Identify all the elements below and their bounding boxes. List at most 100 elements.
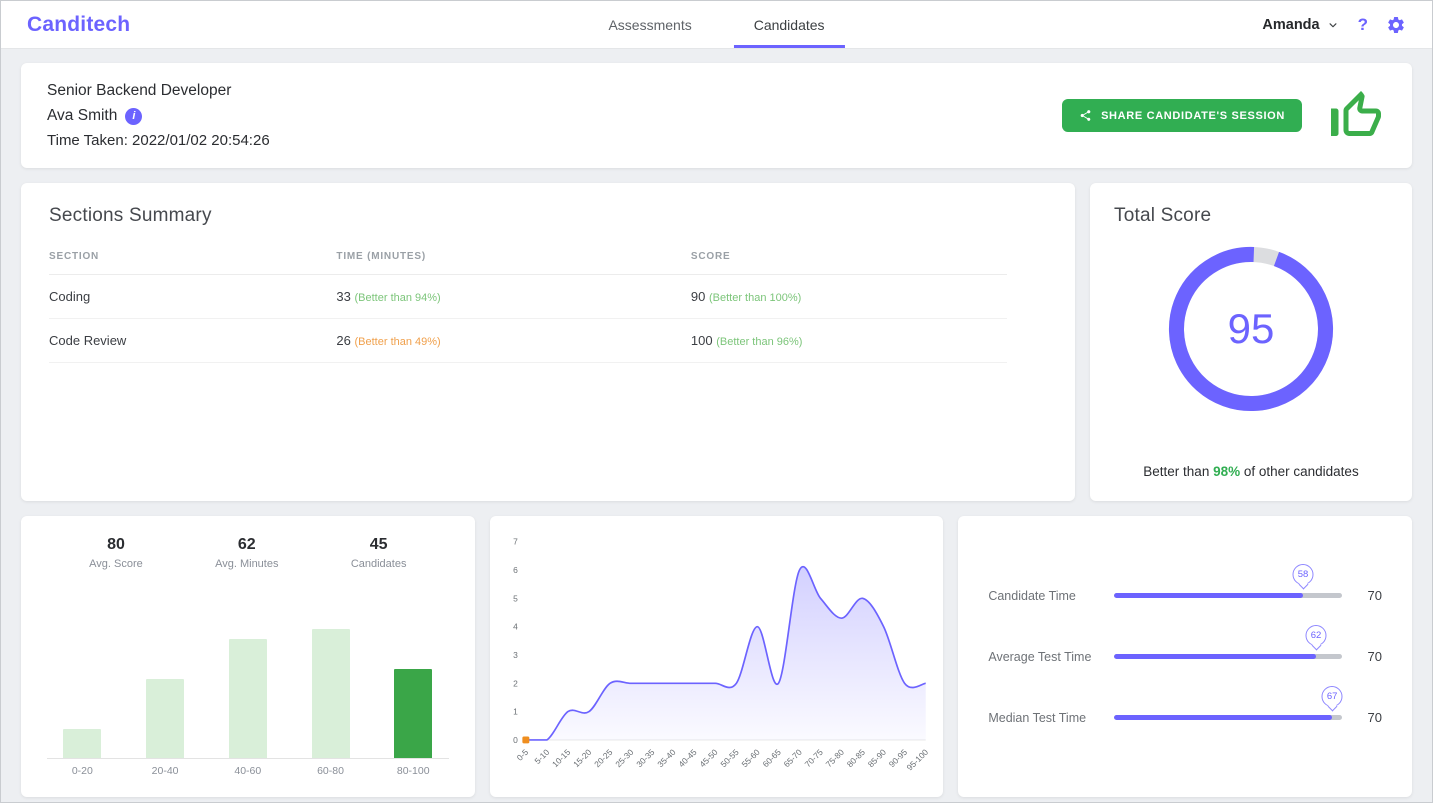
y-tick-label: 3 (513, 650, 518, 660)
stat-candidates: 45 Candidates (351, 536, 407, 570)
stat-avg-minutes: 62 Avg. Minutes (215, 536, 278, 570)
stats-row: 80Avg. Score62Avg. Minutes45Candidates (33, 536, 463, 570)
section-row-code-review: Code Review26 (Better than 49%)100 (Bett… (49, 319, 1007, 363)
caption-percentile: 98% (1213, 464, 1240, 479)
time-value-bubble: 58 (1293, 564, 1314, 585)
time-track: 58 (1114, 593, 1342, 598)
bar-column-0-20: 0-20 (57, 729, 107, 783)
time-distribution-chart: 012345670-55-1010-1515-2020-2525-3030-35… (498, 526, 936, 791)
x-tick-label: 35-40 (655, 747, 678, 769)
bar-column-80-100: 80-100 (388, 669, 438, 783)
total-score-card: Total Score 95 Better than 98% of other … (1090, 183, 1412, 501)
sections-table: SECTION TIME (MINUTES) SCORE Coding33 (B… (49, 241, 1007, 363)
candidate-header-card: Senior Backend Developer Ava Smith i Tim… (21, 63, 1412, 168)
x-tick-label: 10-15 (550, 747, 573, 769)
y-tick-label: 6 (513, 565, 518, 575)
bar (229, 639, 267, 759)
candidate-name: Ava Smith (47, 107, 117, 125)
chevron-down-icon (1326, 18, 1340, 32)
bottom-row: 80Avg. Score62Avg. Minutes45Candidates 0… (21, 516, 1412, 797)
bar-category-label: 0-20 (72, 759, 93, 783)
caption-suffix: of other candidates (1240, 464, 1359, 479)
slider-track (1114, 593, 1342, 598)
score-distribution-card: 80Avg. Score62Avg. Minutes45Candidates 0… (21, 516, 475, 797)
brand-logo[interactable]: Canditech (27, 13, 130, 37)
time-row-label: Median Test Time (988, 711, 1100, 725)
share-session-button[interactable]: SHARE CANDIDATE'S SESSION (1062, 99, 1302, 132)
time-distribution-card: 012345670-55-1010-1515-2020-2525-3030-35… (490, 516, 944, 797)
stat-value: 62 (215, 536, 278, 554)
time-row-candidate-time: Candidate Time 58 70 (988, 588, 1382, 603)
info-icon[interactable]: i (125, 108, 142, 125)
time-row-median-test-time: Median Test Time 67 70 (988, 710, 1382, 725)
bar-category-label: 60-80 (317, 759, 344, 783)
y-tick-label: 0 (513, 735, 518, 745)
x-tick-label: 50-55 (718, 747, 741, 769)
time-percentile-note: (Better than 49%) (355, 336, 441, 348)
slider-fill (1114, 654, 1316, 659)
bar-chart-baseline (47, 758, 449, 759)
bar (63, 729, 101, 759)
y-tick-label: 2 (513, 678, 518, 688)
x-tick-label: 20-25 (592, 747, 615, 769)
x-tick-label: 55-60 (739, 747, 762, 769)
x-tick-label: 5-10 (532, 747, 551, 766)
time-taken: Time Taken: 2022/01/02 20:54:26 (47, 132, 270, 149)
stat-value: 80 (89, 536, 143, 554)
stat-value: 45 (351, 536, 407, 554)
section-name: Coding (49, 275, 336, 319)
x-tick-label: 15-20 (571, 747, 594, 769)
y-tick-label: 4 (513, 622, 518, 632)
navbar-right: Amanda ? (1262, 15, 1406, 35)
stat-label: Candidates (351, 558, 407, 570)
x-tick-label: 60-65 (760, 747, 783, 769)
bar-column-40-60: 40-60 (223, 639, 273, 783)
main-content: Senior Backend Developer Ava Smith i Tim… (1, 49, 1432, 803)
nav-tabs: Assessments Candidates (602, 1, 830, 48)
app-window: Canditech Assessments Candidates Amanda … (0, 0, 1433, 803)
section-time: 26 (Better than 49%) (336, 319, 690, 363)
section-row-coding: Coding33 (Better than 94%)90 (Better tha… (49, 275, 1007, 319)
time-comparison-card: Candidate Time5870Average Test Time6270M… (958, 516, 1412, 797)
y-tick-label: 7 (513, 537, 518, 547)
y-tick-label: 5 (513, 593, 518, 603)
tab-candidates[interactable]: Candidates (748, 1, 831, 48)
share-icon (1079, 109, 1092, 122)
help-icon[interactable]: ? (1358, 15, 1368, 35)
total-score-caption: Better than 98% of other candidates (1114, 464, 1388, 487)
x-tick-label: 0-5 (514, 747, 530, 763)
tab-assessments[interactable]: Assessments (602, 1, 697, 48)
time-percentile-note: (Better than 94%) (355, 292, 441, 304)
navbar: Canditech Assessments Candidates Amanda … (1, 1, 1432, 49)
col-section: SECTION (49, 241, 336, 275)
x-tick-label: 65-70 (781, 747, 804, 769)
total-score-value: 95 (1165, 243, 1337, 415)
section-time: 33 (Better than 94%) (336, 275, 690, 319)
time-value-bubble: 62 (1306, 625, 1327, 646)
bar-category-label: 80-100 (397, 759, 430, 783)
bar-column-20-40: 20-40 (140, 679, 190, 783)
time-max-label: 70 (1356, 649, 1382, 664)
stat-label: Avg. Minutes (215, 558, 278, 570)
score-percentile-note: (Better than 96%) (716, 336, 802, 348)
slider-fill (1114, 593, 1303, 598)
section-score: 90 (Better than 100%) (691, 275, 1007, 319)
score-distribution-chart: 0-20 20-40 40-60 60-80 80-100 (33, 584, 463, 783)
gear-icon[interactable] (1386, 15, 1406, 35)
time-row-label: Candidate Time (988, 589, 1100, 603)
section-name: Code Review (49, 319, 336, 363)
x-tick-label: 40-45 (676, 747, 699, 769)
slider-track (1114, 654, 1342, 659)
user-menu[interactable]: Amanda (1262, 17, 1339, 33)
candidate-info: Senior Backend Developer Ava Smith i Tim… (47, 82, 270, 149)
table-header-row: SECTION TIME (MINUTES) SCORE (49, 241, 1007, 275)
y-tick-label: 1 (513, 707, 518, 717)
time-track: 67 (1114, 715, 1342, 720)
time-max-label: 70 (1356, 710, 1382, 725)
col-time: TIME (MINUTES) (336, 241, 690, 275)
x-tick-label: 25-30 (613, 747, 636, 769)
time-row-label: Average Test Time (988, 650, 1100, 664)
total-score-donut: 95 (1165, 243, 1337, 415)
first-point-marker (522, 737, 529, 744)
time-max-label: 70 (1356, 588, 1382, 603)
